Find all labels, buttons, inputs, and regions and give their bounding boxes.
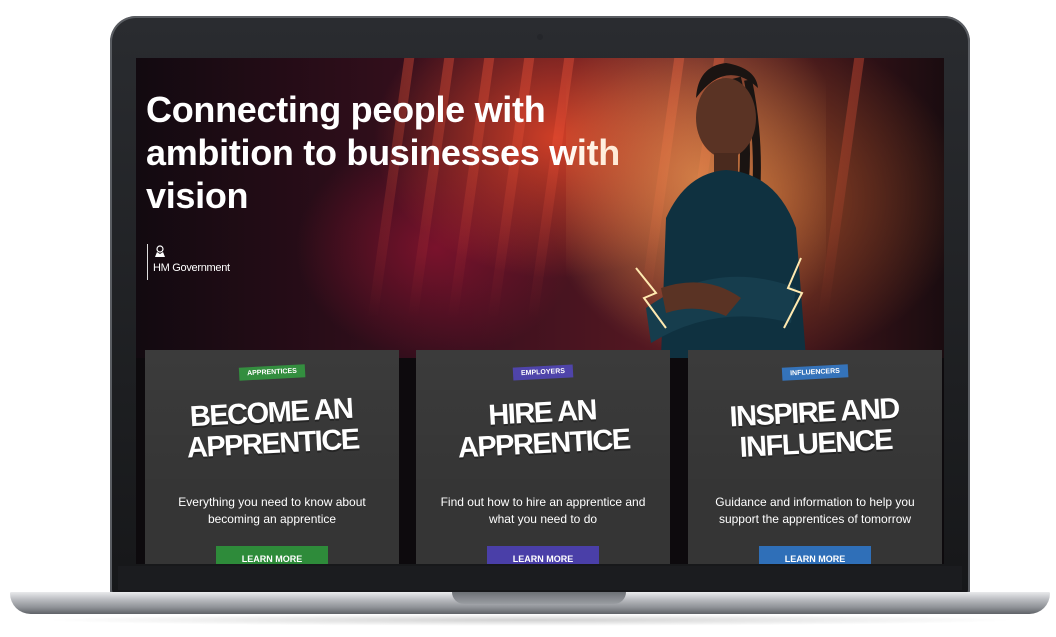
badge-employers: EMPLOYERS [512, 364, 574, 381]
hero-person-image [566, 58, 826, 358]
hero-banner: Connecting people with ambition to busin… [136, 58, 944, 358]
laptop-shadow [40, 614, 1020, 626]
badge-influencers: INFLUENCERS [781, 364, 849, 381]
card-description: Everything you need to know about becomi… [178, 495, 366, 526]
browser-screen: Connecting people with ambition to busin… [136, 58, 944, 564]
camera-icon [537, 34, 543, 40]
badge-apprentices: APPRENTICES [238, 364, 306, 381]
learn-more-button[interactable]: LEARN MORE [216, 546, 328, 564]
learn-more-button[interactable]: LEARN MORE [759, 546, 871, 564]
card-description: Guidance and information to help you sup… [715, 495, 915, 526]
card-inspire-influence: INFLUENCERS INSPIRE AND INFLUENCE Guidan… [688, 350, 942, 564]
learn-more-button[interactable]: LEARN MORE [487, 546, 599, 564]
card-become-apprentice: APPRENTICES BECOME AN APPRENTICE Everyth… [145, 350, 399, 564]
card-title: HIRE AN APPRENTICE [457, 394, 631, 465]
government-label: HM Government [153, 262, 230, 274]
card-title: INSPIRE AND INFLUENCE [728, 392, 900, 464]
hm-government-logo[interactable]: HM Government [147, 244, 230, 280]
card-description: Find out how to hire an apprentice and w… [440, 495, 646, 526]
laptop-chin [118, 566, 962, 590]
card-title: BECOME AN APPRENTICE [186, 392, 360, 465]
card-hire-apprentice: EMPLOYERS HIRE AN APPRENTICE Find out ho… [416, 350, 670, 564]
laptop-notch [452, 592, 626, 604]
royal-crest-icon [155, 245, 165, 257]
